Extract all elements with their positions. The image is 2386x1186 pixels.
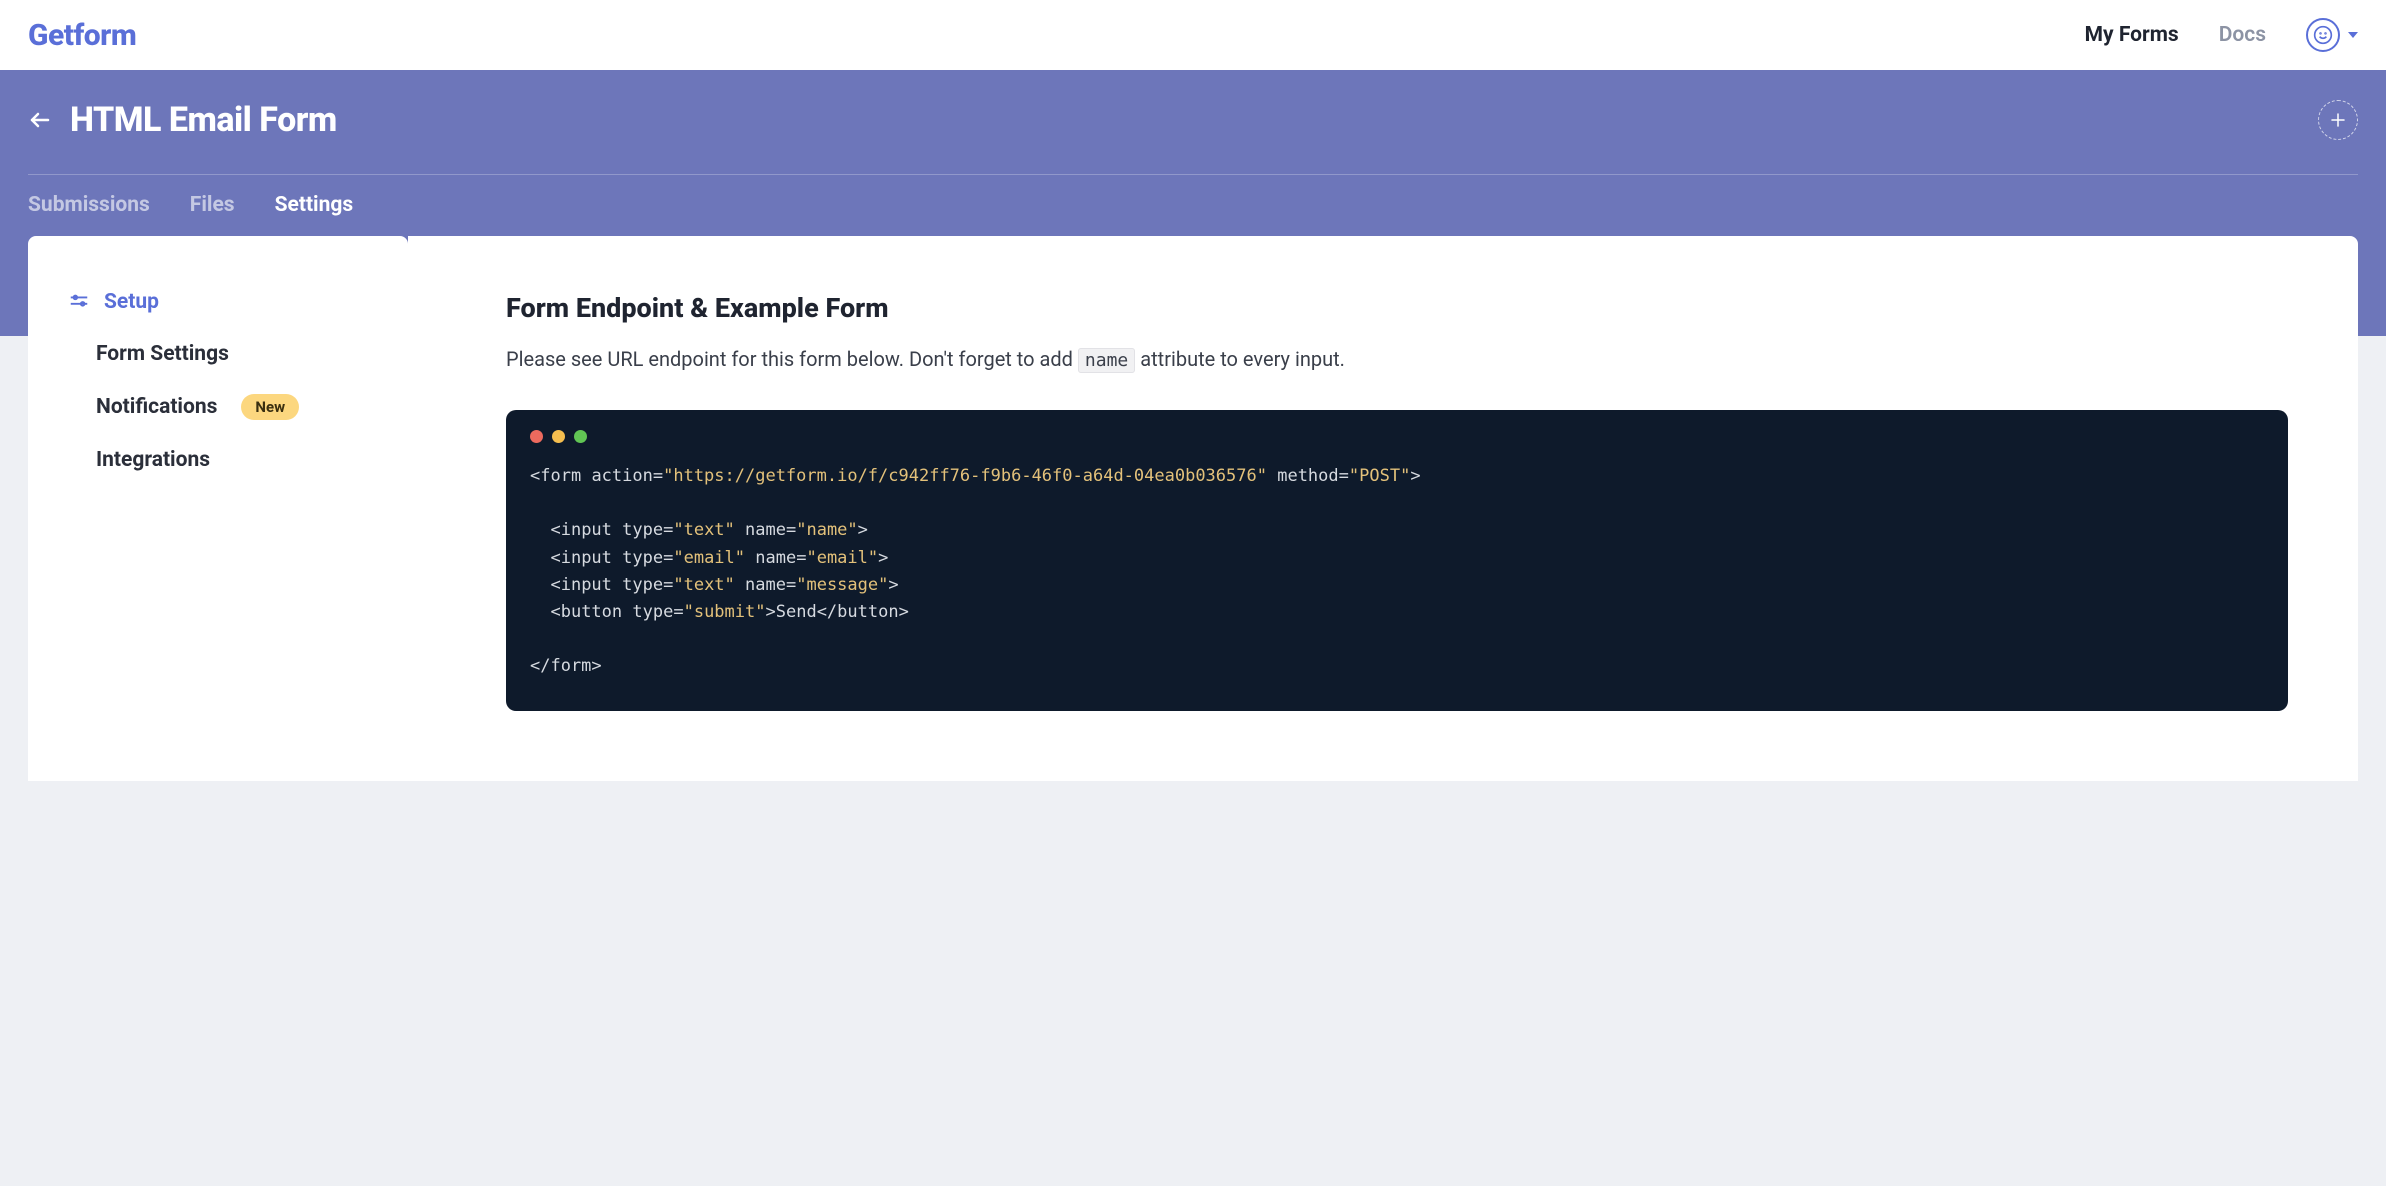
sidebar-item-form-settings[interactable]: Form Settings — [28, 328, 408, 380]
sidebar-label-integrations: Integrations — [96, 448, 210, 472]
sidebar-item-notifications[interactable]: Notifications New — [28, 380, 408, 434]
caret-down-icon — [2348, 32, 2358, 38]
settings-sidebar: Setup Form Settings Notifications New In… — [28, 236, 408, 781]
nav-my-forms[interactable]: My Forms — [2085, 23, 2179, 47]
sidebar-item-integrations[interactable]: Integrations — [28, 434, 408, 486]
section-title: Form Endpoint & Example Form — [506, 292, 2288, 324]
sliders-icon — [68, 291, 90, 313]
smiley-avatar-icon — [2306, 18, 2340, 52]
brand-logo[interactable]: Getform — [28, 18, 136, 53]
sidebar-item-setup[interactable]: Setup — [28, 276, 408, 328]
back-button[interactable] — [28, 108, 52, 132]
main-panel: Form Endpoint & Example Form Please see … — [408, 236, 2358, 781]
window-controls-icon — [530, 430, 2264, 443]
top-nav: Getform My Forms Docs — [0, 0, 2386, 70]
sidebar-label-setup: Setup — [104, 290, 159, 314]
desc-text-after: attribute to every input. — [1135, 347, 1345, 371]
page-title: HTML Email Form — [70, 100, 337, 140]
arrow-left-icon — [28, 108, 52, 132]
plus-icon — [2329, 111, 2347, 129]
minimize-dot-icon — [552, 430, 565, 443]
code-block: <form action="https://getform.io/f/c942f… — [506, 410, 2288, 711]
top-nav-right: My Forms Docs — [2085, 18, 2358, 52]
desc-text-before: Please see URL endpoint for this form be… — [506, 347, 1078, 371]
zoom-dot-icon — [574, 430, 587, 443]
nav-docs[interactable]: Docs — [2219, 23, 2266, 47]
badge-new: New — [241, 394, 299, 420]
page-tabs: Submissions Files Settings — [28, 175, 2358, 237]
page-header: HTML Email Form Submissions Files Settin… — [0, 70, 2386, 237]
sidebar-label-form-settings: Form Settings — [96, 342, 229, 366]
close-dot-icon — [530, 430, 543, 443]
tab-files[interactable]: Files — [190, 193, 235, 217]
tab-submissions[interactable]: Submissions — [28, 193, 150, 217]
code-content: <form action="https://getform.io/f/c942f… — [530, 463, 2264, 681]
desc-code-name: name — [1078, 348, 1135, 373]
sidebar-label-notifications: Notifications — [96, 395, 217, 419]
tab-settings[interactable]: Settings — [275, 193, 354, 217]
add-button[interactable] — [2318, 100, 2358, 140]
section-description: Please see URL endpoint for this form be… — [506, 344, 2288, 374]
user-menu[interactable] — [2306, 18, 2358, 52]
